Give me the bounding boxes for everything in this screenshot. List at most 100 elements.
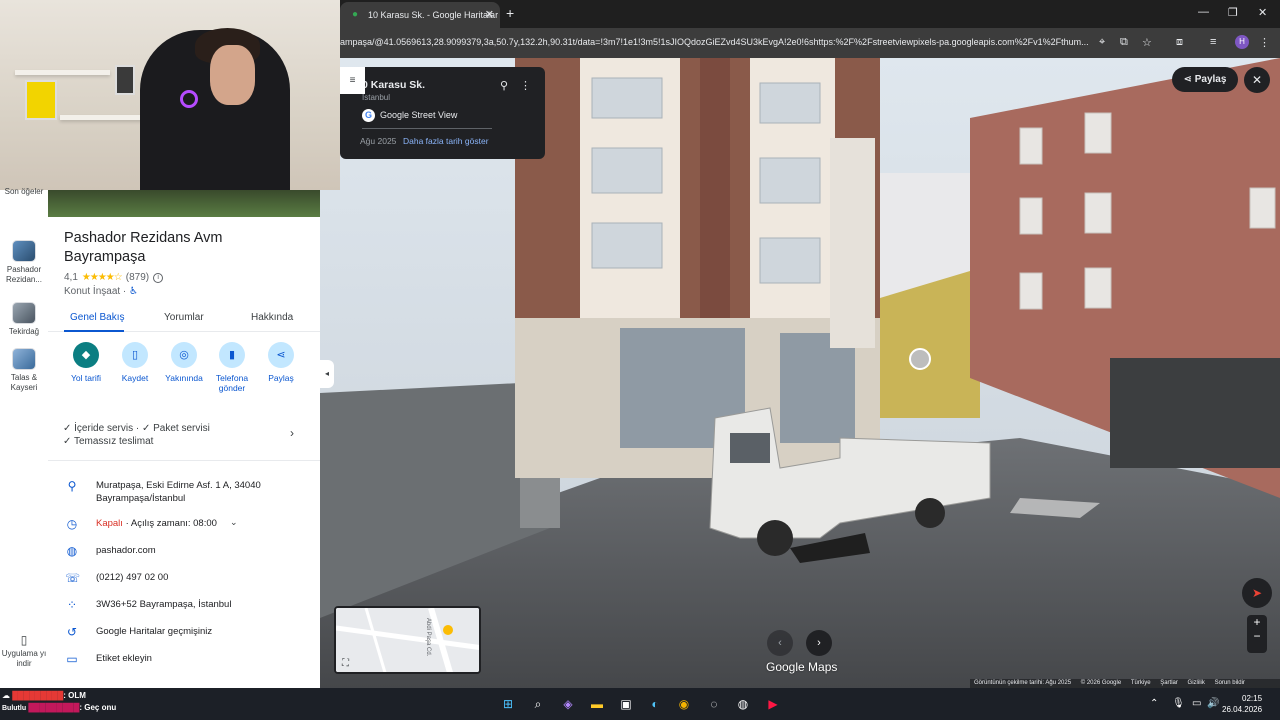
chevron-right-icon[interactable]: › bbox=[290, 426, 294, 440]
google-maps-logo: Google Maps bbox=[766, 660, 838, 674]
street-view-info-card: 0 Karasu Sk. İstanbul ⚲ ⋮ G Google Stree… bbox=[340, 67, 545, 159]
directions-button[interactable]: ◆ Yol tarifi bbox=[62, 342, 110, 383]
place-title: Pashador Rezidans Avm Bayrampaşa bbox=[64, 230, 223, 265]
rail-tekirdag[interactable]: Tekirdağ bbox=[0, 302, 48, 337]
nearby-icon: ◎ bbox=[171, 342, 197, 368]
close-street-view-button[interactable]: ✕ bbox=[1244, 67, 1270, 93]
microphone-icon[interactable]: 🎙 bbox=[1172, 698, 1185, 709]
media-player-icon[interactable]: ▶ bbox=[765, 696, 781, 712]
save-button[interactable]: ▯ Kaydet bbox=[111, 342, 159, 383]
phone-icon: ▮ bbox=[219, 342, 245, 368]
network-icon[interactable]: ▭ bbox=[1192, 698, 1201, 709]
extensions-icon[interactable]: ⧈ bbox=[1176, 36, 1183, 49]
rail-pashador[interactable]: Pashador Rezidan... bbox=[0, 240, 48, 285]
more-menu-icon[interactable]: ⋮ bbox=[1259, 36, 1270, 49]
share-icon: ⋖ bbox=[268, 342, 294, 368]
place-panel: Pashador Rezidans Avm Bayrampaşa 4,1 ★★★… bbox=[48, 190, 320, 688]
volume-icon[interactable]: 🔊 bbox=[1207, 698, 1219, 709]
minimap-street-label: Abdi Paşa Cd. bbox=[425, 618, 431, 657]
hamburger-menu-icon[interactable]: ≡ bbox=[340, 67, 365, 94]
start-icon[interactable]: ⊞ bbox=[500, 696, 516, 712]
tab-overview[interactable]: Genel Bakış bbox=[70, 312, 124, 323]
bookmark-star-icon[interactable]: ☆ bbox=[1142, 36, 1152, 49]
rail-recent[interactable]: Son öğeler bbox=[0, 187, 48, 197]
nearby-button[interactable]: ◎ Yakınında bbox=[160, 342, 208, 383]
edge-icon[interactable]: ◐ bbox=[647, 696, 663, 712]
chrome-icon[interactable]: ◉ bbox=[676, 696, 692, 712]
install-icon[interactable]: ⧉ bbox=[1120, 36, 1128, 49]
location-pin-icon[interactable]: ⚲ bbox=[500, 79, 508, 92]
collapse-panel-button[interactable]: ◂ bbox=[320, 360, 334, 388]
system-clock[interactable]: 02:15 26.04.2026 bbox=[1222, 693, 1262, 715]
minimap[interactable]: Abdi Paşa Cd. ⛶ bbox=[334, 606, 481, 674]
profile-avatar[interactable]: H bbox=[1235, 35, 1249, 49]
location-icon[interactable]: ⌖ bbox=[1099, 36, 1105, 49]
shelf bbox=[15, 70, 110, 75]
minimize-icon[interactable]: — bbox=[1198, 6, 1209, 18]
wheelchair-icon: ♿ bbox=[129, 286, 139, 297]
directions-icon: ◆ bbox=[73, 342, 99, 368]
search-icon[interactable]: ⌕ bbox=[530, 696, 546, 712]
compass-icon[interactable]: ➤ bbox=[1242, 578, 1272, 608]
browser-tab[interactable]: ● 10 Karasu Sk. - Google Haritalar ✕ bbox=[340, 2, 500, 28]
sv-city: İstanbul bbox=[362, 93, 391, 102]
share-button[interactable]: ⋖ Paylaş bbox=[1172, 67, 1238, 92]
rail-talas[interactable]: Talas & Kayseri bbox=[0, 348, 48, 393]
minimap-image bbox=[336, 608, 479, 672]
place-thumbnail bbox=[12, 240, 36, 262]
media-icon[interactable]: ≡ bbox=[1210, 36, 1216, 48]
chat-message: ☁ █████████: OLM bbox=[2, 691, 86, 700]
info-icon[interactable]: i bbox=[153, 272, 164, 283]
zoom-in-icon[interactable]: + bbox=[1247, 615, 1267, 629]
chevron-down-icon[interactable]: ⌄ bbox=[230, 517, 238, 528]
share-icon: ⋖ bbox=[1183, 74, 1195, 85]
map-footer: Görüntünün çekilme tarihi: Ağu 2025 © 20… bbox=[970, 679, 1280, 688]
tab-close-icon[interactable]: ✕ bbox=[485, 8, 494, 21]
window-close-icon[interactable]: ✕ bbox=[1258, 6, 1267, 19]
phone-icon: ▯ bbox=[20, 633, 28, 647]
place-thumbnail bbox=[12, 348, 36, 370]
globe-icon: ◍ bbox=[66, 544, 78, 558]
divider bbox=[362, 128, 492, 129]
plus-code-icon: ⁘ bbox=[66, 598, 78, 612]
google-icon: G bbox=[362, 109, 375, 122]
zoom-out-icon[interactable]: − bbox=[1247, 629, 1267, 643]
rating-row: 4,1 ★★★★☆ (879) i bbox=[64, 272, 164, 283]
rating-stars: ★★★★☆ bbox=[81, 272, 123, 283]
copilot-icon[interactable]: ◈ bbox=[560, 696, 576, 712]
weather-icon: ☁ bbox=[2, 691, 10, 700]
maps-favicon-icon: ● bbox=[352, 9, 359, 20]
tab-reviews[interactable]: Yorumlar bbox=[164, 312, 204, 323]
review-count[interactable]: (879) bbox=[126, 272, 149, 283]
place-thumbnail bbox=[12, 302, 36, 324]
url-text[interactable]: ampaşa/@41.0569613,28.9099379,3a,50.7y,1… bbox=[340, 37, 1090, 47]
new-tab-button[interactable]: + bbox=[506, 5, 514, 21]
next-arrow-icon[interactable]: › bbox=[806, 630, 832, 656]
app-icon[interactable]: ◍ bbox=[735, 696, 751, 712]
poster bbox=[25, 80, 57, 120]
taskbar: ⊞ ⌕ ◈ ▬ ▣ ◐ ◉ ◌ ◍ ▶ bbox=[0, 688, 1280, 720]
share-place-button[interactable]: ⋖ Paylaş bbox=[257, 342, 305, 383]
more-options-icon[interactable]: ⋮ bbox=[520, 79, 531, 92]
store-icon[interactable]: ▣ bbox=[618, 696, 634, 712]
label-icon: ▭ bbox=[66, 652, 78, 666]
previous-arrow-icon[interactable]: ‹ bbox=[767, 630, 793, 656]
left-rail: Son öğeler Pashador Rezidan... Tekirdağ … bbox=[0, 187, 48, 688]
tab-title: 10 Karasu Sk. - Google Haritalar bbox=[368, 10, 499, 20]
tray-chevron-icon[interactable]: ⌃ bbox=[1150, 698, 1158, 709]
more-dates-link[interactable]: Daha fazla tarih göster bbox=[403, 136, 489, 146]
restore-icon[interactable]: ❐ bbox=[1228, 6, 1238, 19]
headset bbox=[180, 90, 198, 108]
place-photo[interactable] bbox=[48, 190, 320, 217]
file-explorer-icon[interactable]: ▬ bbox=[589, 696, 605, 712]
stream-chat: ☁ █████████: OLM Bulutlu █████████: Geç … bbox=[2, 690, 116, 715]
tab-about[interactable]: Hakkında bbox=[251, 312, 293, 323]
rail-get-app[interactable]: ▯ Uygulama yı indir bbox=[0, 633, 48, 669]
obs-icon[interactable]: ◌ bbox=[706, 696, 722, 712]
service-options[interactable]: ✓ İçeride servis · ✓ Paket servisi ✓ Tem… bbox=[63, 422, 210, 448]
place-tabs: Genel Bakış Yorumlar Hakkında bbox=[48, 308, 320, 332]
bookmark-icon: ▯ bbox=[122, 342, 148, 368]
chat-message: Bulutlu █████████: Geç onu bbox=[2, 703, 117, 712]
expand-icon[interactable]: ⛶ bbox=[342, 658, 349, 669]
send-to-phone-button[interactable]: ▮ Telefona gönder bbox=[208, 342, 256, 393]
